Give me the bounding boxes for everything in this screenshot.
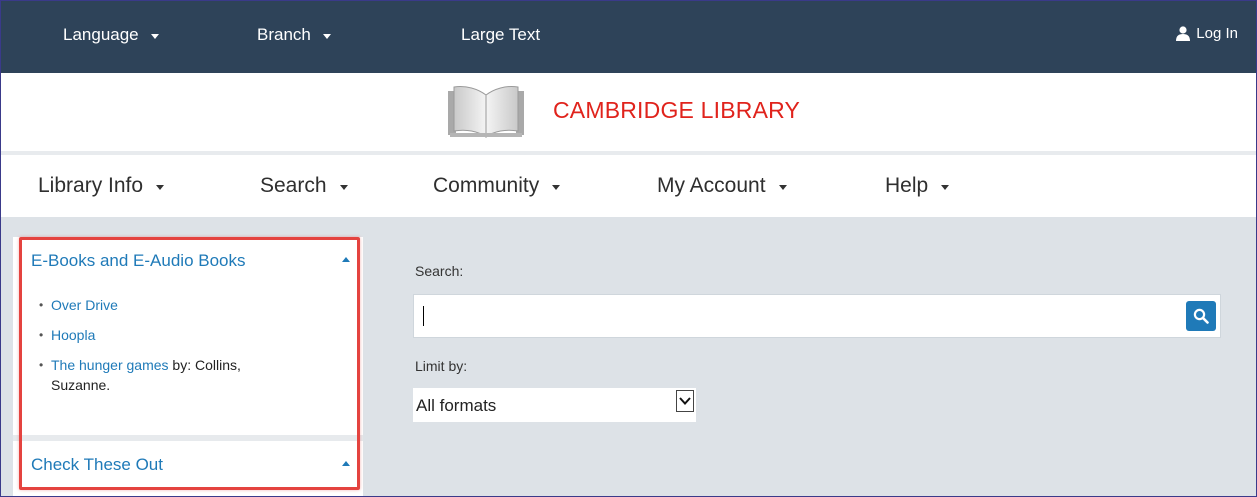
nav-label: Community — [433, 174, 540, 197]
large-text-label: Large Text — [461, 25, 541, 44]
nav-my-account[interactable]: My Account — [657, 174, 787, 198]
nav-help[interactable]: Help — [885, 174, 950, 198]
language-dropdown[interactable]: Language — [63, 25, 159, 45]
caret-down-icon — [156, 185, 165, 190]
site-header: CAMBRIDGE LIBRARY — [1, 73, 1256, 151]
large-text-link[interactable]: Large Text — [461, 25, 540, 45]
caret-down-icon — [778, 185, 787, 190]
login-link[interactable]: Log In — [1176, 25, 1238, 42]
nav-label: Search — [260, 174, 327, 197]
ebooks-list: Over Drive Hoopla The hunger games by: C… — [39, 295, 299, 405]
list-item: Hoopla — [39, 325, 299, 345]
open-book-icon — [448, 86, 524, 138]
hoopla-link[interactable]: Hoopla — [51, 327, 95, 343]
section-header-ebooks[interactable]: E-Books and E-Audio Books — [31, 251, 246, 271]
search-label: Search: — [415, 263, 464, 279]
collapse-caret-icon[interactable] — [342, 257, 350, 262]
list-item: The hunger games by: Collins, Suzanne. — [39, 355, 299, 395]
branch-label: Branch — [257, 25, 311, 44]
caret-down-icon — [941, 185, 950, 190]
nav-label: My Account — [657, 174, 766, 197]
library-name[interactable]: CAMBRIDGE LIBRARY — [553, 97, 800, 124]
login-label: Log In — [1196, 25, 1238, 42]
search-button[interactable] — [1186, 301, 1216, 331]
caret-down-icon — [552, 185, 561, 190]
hunger-games-link[interactable]: The hunger games — [51, 357, 169, 373]
format-select[interactable]: All formats — [413, 388, 696, 422]
overdrive-link[interactable]: Over Drive — [51, 297, 118, 313]
search-icon — [1193, 308, 1209, 324]
main-navigation: Library Info Search Community My Account… — [1, 155, 1256, 217]
caret-down-icon — [150, 33, 159, 39]
limit-label: Limit by: — [415, 358, 468, 374]
nav-label: Help — [885, 174, 929, 197]
language-label: Language — [63, 25, 139, 44]
section-header-check-these-out[interactable]: Check These Out — [31, 455, 163, 475]
sidebar: E-Books and E-Audio Books Over Drive Hoo… — [13, 237, 363, 496]
format-select-value: All formats — [416, 396, 497, 415]
nav-search[interactable]: Search — [260, 174, 348, 198]
nav-community[interactable]: Community — [433, 174, 561, 198]
page-frame: Language Branch Large Text Log In CAMBRI… — [0, 0, 1257, 497]
branch-dropdown[interactable]: Branch — [257, 25, 331, 45]
caret-down-icon — [322, 33, 331, 39]
collapse-caret-icon[interactable] — [342, 461, 350, 466]
list-item: Over Drive — [39, 295, 299, 315]
chevron-down-icon[interactable] — [676, 390, 694, 412]
nav-library-info[interactable]: Library Info — [38, 174, 165, 198]
section-divider — [13, 435, 363, 441]
top-utility-bar: Language Branch Large Text Log In — [1, 1, 1256, 73]
user-icon — [1176, 26, 1191, 41]
text-cursor — [423, 306, 424, 326]
caret-down-icon — [339, 185, 348, 190]
nav-label: Library Info — [38, 174, 144, 197]
search-input[interactable] — [413, 294, 1221, 338]
